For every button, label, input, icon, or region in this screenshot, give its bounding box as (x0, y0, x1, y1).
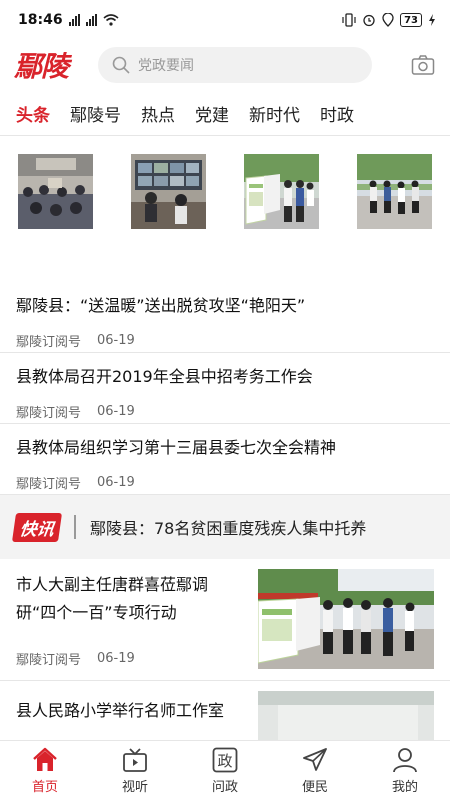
news-meta: 鄢陵订阅号 06-19 (16, 646, 246, 670)
tv-icon (123, 747, 147, 772)
bottom-navigation: 首页 视听 政 问政 便民 我的 (0, 740, 450, 800)
status-time: 18:46 (18, 12, 63, 28)
alarm-icon (363, 14, 375, 27)
news-meta: 鄢陵订阅号 06-19 (16, 328, 434, 352)
news-title: 市人大副主任唐群喜莅鄢调研“四个一百”专项行动 (16, 575, 209, 622)
nav-video-label: 视听 (121, 779, 148, 795)
tab-hot[interactable]: 热点 (141, 101, 175, 126)
news-meta: 鄢陵订阅号 06-19 (16, 399, 434, 423)
news-date: 06-19 (97, 474, 135, 490)
search-placeholder: 党政要闻 (138, 58, 194, 74)
news-title: 县教体局组织学习第十三届县委七次全会精神 (16, 438, 337, 457)
app-header: 鄢陵 党政要闻 (0, 40, 450, 90)
nav-service[interactable]: 便民 (270, 741, 360, 800)
battery-indicator: 73 (400, 13, 422, 27)
search-icon (112, 56, 130, 74)
send-icon (303, 747, 327, 771)
news-source: 鄢陵订阅号 (16, 405, 82, 421)
svg-text:政: 政 (217, 752, 232, 770)
gallery-photo-street-visit[interactable] (357, 154, 432, 229)
camera-button[interactable] (410, 52, 436, 78)
photo-gallery (0, 138, 450, 288)
news-title: 鄢陵县：“送温暖”送出脱贫攻坚“艳阳天” (16, 296, 306, 315)
signal-icon (68, 14, 80, 26)
news-title: 县人民路小学举行名师工作室 (16, 701, 225, 720)
search-bar[interactable]: 党政要闻 (98, 47, 372, 83)
flash-badge: 快讯 (11, 512, 63, 542)
news-date: 06-19 (97, 650, 135, 666)
news-source: 鄢陵订阅号 (16, 334, 82, 350)
news-thumbnail (258, 569, 434, 669)
tab-new-era[interactable]: 新时代 (249, 101, 300, 126)
tab-party-building[interactable]: 党建 (195, 101, 229, 126)
signal-icon-2 (85, 14, 97, 26)
tab-headline[interactable]: 头条 (16, 101, 50, 126)
charging-icon (429, 14, 435, 26)
news-title: 县教体局召开2019年全县中招考务工作会 (16, 367, 313, 386)
nav-video[interactable]: 视听 (90, 741, 180, 800)
status-bar: 18:46 73 (0, 0, 450, 40)
news-date: 06-19 (97, 403, 135, 419)
flash-divider (74, 515, 76, 539)
news-feed: 鄢陵县：“送温暖”送出脱贫攻坚“艳阳天” 鄢陵订阅号 06-19 县教体局召开2… (0, 138, 450, 740)
news-source: 鄢陵订阅号 (16, 652, 82, 668)
location-icon (382, 13, 394, 27)
news-source: 鄢陵订阅号 (16, 476, 82, 492)
nav-mine-label: 我的 (391, 779, 418, 795)
camera-icon (411, 55, 435, 75)
home-icon (33, 747, 57, 771)
news-item-with-image[interactable]: 县人民路小学举行名师工作室 (0, 681, 450, 740)
nav-home-label: 首页 (31, 779, 58, 795)
nav-service-label: 便民 (301, 779, 328, 795)
nav-inquiry[interactable]: 政 问政 (180, 741, 270, 800)
nav-mine[interactable]: 我的 (360, 741, 450, 800)
news-item[interactable]: 县教体局组织学习第十三届县委七次全会精神 鄢陵订阅号 06-19 (0, 424, 450, 495)
wifi-icon (103, 14, 119, 26)
tab-yanling-hao[interactable]: 鄢陵号 (70, 101, 121, 126)
news-item[interactable]: 鄢陵县：“送温暖”送出脱贫攻坚“艳阳天” 鄢陵订阅号 06-19 (0, 288, 450, 353)
user-icon (393, 747, 417, 772)
news-item-with-image[interactable]: 市人大副主任唐群喜莅鄢调研“四个一百”专项行动 鄢陵订阅号 06-19 (0, 559, 450, 681)
category-tabs: 头条 鄢陵号 热点 党建 新时代 时政 (0, 92, 450, 136)
news-item[interactable]: 县教体局召开2019年全县中招考务工作会 鄢陵订阅号 06-19 (0, 353, 450, 424)
news-date: 06-19 (97, 332, 135, 348)
gallery-photo-meeting[interactable] (18, 154, 93, 229)
nav-inquiry-label: 问政 (211, 779, 238, 795)
zheng-icon: 政 (212, 747, 238, 772)
nav-home[interactable]: 首页 (0, 741, 90, 800)
flash-news-bar[interactable]: 快讯 鄢陵县：78名贫困重度残疾人集中托养 (0, 495, 450, 559)
flash-text: 鄢陵县：78名贫困重度残疾人集中托养 (90, 519, 367, 538)
gallery-photo-display-boards[interactable] (244, 154, 319, 229)
news-thumbnail (258, 691, 434, 740)
app-logo: 鄢陵 (14, 50, 69, 83)
tab-politics[interactable]: 时政 (320, 101, 354, 126)
news-meta: 鄢陵订阅号 06-19 (16, 470, 434, 494)
vibrate-icon (342, 13, 356, 27)
gallery-photo-monitor-room[interactable] (131, 154, 206, 229)
